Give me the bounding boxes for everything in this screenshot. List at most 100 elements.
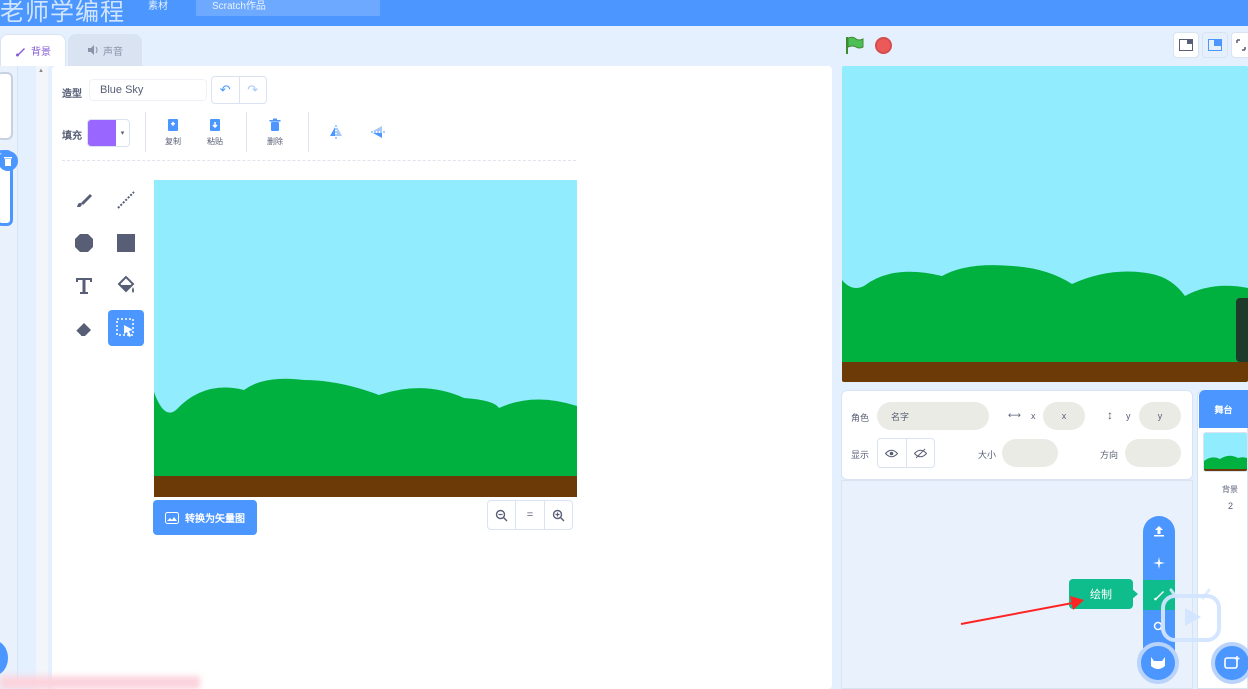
vertical-arrows-icon: ↕ [1107,408,1113,422]
fullscreen-icon [1236,39,1246,51]
tab-backdrops[interactable]: 背景 [0,34,66,66]
visibility-toggle [877,438,935,468]
eye-icon[interactable] [878,439,906,467]
size-input[interactable] [1002,439,1058,467]
green-flag-icon[interactable] [844,35,864,60]
horizontal-arrows-icon: ⟷ [1008,410,1021,420]
redo-icon[interactable]: ↷ [238,77,267,103]
watermark-title: 老师学编程 [0,0,125,26]
x-input[interactable]: x [1043,402,1085,430]
undo-icon[interactable]: ↶ [212,77,239,103]
dropdown-arrow-icon: ▾ [120,130,125,137]
costume-item[interactable] [0,72,13,140]
circle-tool[interactable] [66,225,102,261]
fill-tool[interactable] [108,268,144,304]
fill-color-picker[interactable]: ▾ [87,119,130,147]
menu-bar: 老师学编程 素材 Scratch作品 [0,0,1248,26]
select-tool[interactable] [108,310,144,346]
select-icon [116,318,134,337]
fullscreen-button[interactable] [1231,32,1248,58]
speaker-icon [88,45,98,55]
flip-horizontal-icon [330,125,342,139]
stage[interactable] [842,66,1248,382]
trash-icon [269,118,281,131]
costume-label: 造型 [62,89,82,100]
undo-redo-group: ↶ ↷ [211,76,267,104]
paint-bucket-icon [117,275,135,293]
small-stage-button[interactable] [1173,32,1199,58]
tooltip-tail [1131,588,1138,600]
size-label: 大小 [978,450,997,460]
line-icon [117,191,135,209]
stage-thumbnail [1203,432,1248,472]
zoom-controls: = [487,500,573,530]
sprite-label: 角色 [851,413,870,423]
stage-side-handle[interactable] [1236,298,1248,362]
toolbar-divider [62,160,576,161]
circle-icon [75,234,93,252]
x-label: x [1031,411,1036,421]
scrollbar[interactable] [36,66,48,689]
y-input[interactable]: y [1139,402,1181,430]
normal-stage-button[interactable] [1202,32,1228,58]
small-stage-icon [1179,39,1193,51]
flip-vertical-icon [371,126,385,138]
flip-vertical-button[interactable] [358,124,398,143]
bilibili-logo-icon [1157,582,1223,644]
tab-sounds-label: 声音 [103,46,123,58]
paste-label: 粘贴 [207,137,223,146]
stop-icon[interactable] [875,37,892,54]
paste-button[interactable]: 粘贴 [195,117,235,147]
choose-backdrop-button[interactable] [1211,642,1248,684]
brush-icon [77,194,92,207]
backdrops-label: 背景 [1222,485,1238,494]
copy-icon [168,119,178,131]
flip-horizontal-button[interactable] [316,124,356,143]
backdrop-add-icon [1224,656,1240,669]
stage-backdrop-art [842,265,1248,382]
convert-to-vector-label: 转换为矢量图 [185,514,245,525]
divider [145,112,146,152]
text-icon [76,278,92,294]
tab-sounds[interactable]: 声音 [68,34,142,66]
rectangle-tool[interactable] [108,225,144,261]
upload-sprite-icon[interactable] [1143,516,1175,546]
paint-canvas[interactable] [154,180,577,497]
y-label: y [1126,411,1131,421]
divider [246,112,247,152]
image-icon [165,511,179,524]
normal-stage-icon [1208,39,1222,51]
show-label: 显示 [851,450,870,460]
backdrops-count: 2 [1228,501,1234,511]
zoom-in-icon[interactable] [543,501,572,529]
costume-name-input[interactable]: Blue Sky [89,79,207,101]
zoom-out-icon[interactable] [488,501,515,529]
eraser-icon [75,323,91,337]
fill-color-swatch [88,120,116,146]
watermark-item-2: Scratch作品 [212,1,266,12]
eye-hidden-icon[interactable] [905,439,935,467]
choose-sprite-button[interactable] [1137,642,1179,684]
stage-selector-header: 舞台 [1199,390,1248,428]
backdrop-art [154,378,577,497]
scroll-up-arrow-icon[interactable]: ▲ [38,68,44,74]
rectangle-icon [117,234,135,252]
divider [308,112,309,152]
brush-tool[interactable] [66,182,102,218]
copy-button[interactable]: 复制 [153,117,193,147]
sprite-name-input[interactable]: 名字 [877,402,989,430]
delete-label: 删除 [267,137,283,146]
zoom-reset-button[interactable]: = [515,501,543,529]
surprise-sprite-icon[interactable] [1143,548,1175,578]
fill-label: 填充 [62,131,82,142]
paste-icon [210,119,220,131]
text-tool[interactable] [66,268,102,304]
annotation-arrow-icon [960,596,1084,625]
eraser-tool[interactable] [66,311,102,347]
convert-to-vector-button[interactable]: 转换为矢量图 [153,500,257,535]
delete-button[interactable]: 删除 [255,117,295,147]
tab-backdrops-label: 背景 [31,47,51,58]
direction-label: 方向 [1100,450,1119,460]
line-tool[interactable] [108,182,144,218]
direction-input[interactable] [1125,439,1181,467]
